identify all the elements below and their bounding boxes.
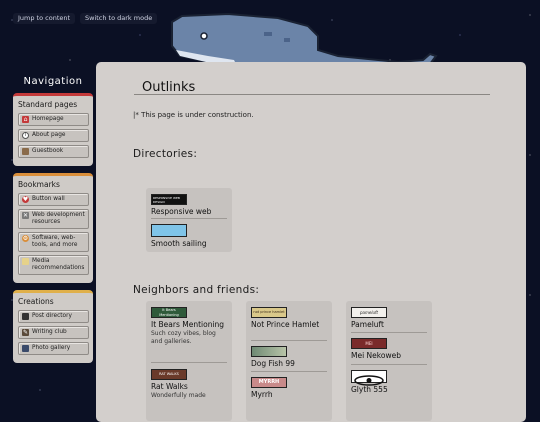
jump-to-content-link[interactable]: Jump to content: [13, 13, 76, 24]
neighbor-entry[interactable]: MYRRH Myrrh: [251, 377, 327, 399]
entry-divider: [151, 362, 227, 363]
pen-icon: ✎: [22, 329, 29, 336]
sidebar-item-label: Software, web-tools, and more: [32, 235, 78, 248]
entry-title: Glyth 555: [351, 385, 388, 394]
entry-divider: [351, 364, 427, 365]
sidebar-item-label: Post directory: [32, 313, 72, 319]
neighbor-entry[interactable]: RAT WALKS Rat Walks Wonderfully made: [151, 369, 227, 400]
not-prince-hamlet-badge: not prince hamlet: [251, 307, 287, 318]
directories-heading: Directories:: [133, 148, 198, 160]
mei-nekoweb-badge: MEI: [351, 338, 387, 349]
myrrh-badge: MYRRH: [251, 377, 287, 388]
gear-icon: ⚙: [22, 235, 29, 242]
sidebar-item-software[interactable]: ⚙ Software, web-tools, and more: [18, 232, 89, 252]
sidebar-item-label: Guestbook: [32, 148, 64, 154]
sidebar-item-label: Media recommendations: [32, 258, 85, 271]
sidebar-item-photo-gallery[interactable]: Photo gallery: [18, 342, 89, 355]
sidebar-item-label: Homepage: [32, 116, 64, 122]
tools-icon: ✕: [22, 212, 29, 219]
title-divider: [134, 94, 490, 95]
entry-divider: [251, 371, 327, 372]
media-icon: [22, 258, 29, 265]
sidebar-item-writing-club[interactable]: ✎ Writing club: [18, 326, 89, 339]
dark-mode-toggle[interactable]: Switch to dark mode: [80, 13, 158, 24]
it-bears-mentioning-badge: It Bears Mentioning: [151, 307, 187, 318]
entry-title: Mei Nekoweb: [351, 351, 401, 360]
home-icon: ⌂: [22, 116, 29, 123]
heart-icon: ♥: [22, 196, 29, 203]
entry-divider: [151, 218, 227, 219]
book-icon: [22, 148, 29, 155]
main-content: Outlinks |* This page is under construct…: [96, 62, 526, 422]
neighbors-heading: Neighbors and friends:: [133, 284, 260, 296]
sidebar-heading: Navigation: [23, 76, 83, 87]
sidebar-item-label: Web development resources: [32, 212, 85, 225]
page-title: Outlinks: [142, 80, 196, 95]
glyth-555-badge: [351, 370, 387, 386]
construction-notice: |* This page is under construction.: [133, 111, 254, 119]
neighbors-card-2: not prince hamlet Not Prince Hamlet Dog …: [246, 301, 332, 421]
entry-title: Pameluft: [351, 320, 384, 329]
entry-divider: [251, 340, 327, 341]
directory-entry[interactable]: RESPONSIVE WEB DESIGN Responsive web: [151, 194, 227, 216]
neighbor-entry[interactable]: It Bears Mentioning It Bears Mentioning …: [151, 307, 227, 345]
sidebar-item-label: Button wall: [32, 196, 65, 202]
directory-entry[interactable]: Smooth sailing: [151, 224, 227, 248]
info-icon: i: [22, 132, 29, 139]
entry-description: Such cozy vibes, blog and galleries.: [151, 330, 216, 345]
sidebar-item-label: Writing club: [32, 329, 67, 335]
rat-walks-badge: RAT WALKS: [151, 369, 187, 380]
sidebar-item-about[interactable]: i About page: [18, 129, 89, 142]
camera-icon: [22, 345, 29, 352]
sidebar-item-guestbook[interactable]: Guestbook: [18, 145, 89, 158]
panel-title: Standard pages: [18, 100, 78, 109]
sidebar-item-homepage[interactable]: ⌂ Homepage: [18, 113, 89, 126]
entry-title: Dog Fish 99: [251, 359, 295, 368]
entry-title: Myrrh: [251, 390, 273, 399]
neighbors-card-3: pameluft Pameluft MEI Mei Nekoweb Glyth …: [346, 301, 432, 421]
panel-title: Creations: [18, 297, 54, 306]
sidebar-item-label: Photo gallery: [32, 345, 71, 351]
neighbor-entry[interactable]: pameluft Pameluft: [351, 307, 427, 329]
neighbor-entry[interactable]: not prince hamlet Not Prince Hamlet: [251, 307, 327, 329]
entry-title: Rat Walks: [151, 382, 188, 391]
sidebar-item-web-dev-resources[interactable]: ✕ Web development resources: [18, 209, 89, 229]
sidebar-item-media[interactable]: Media recommendations: [18, 255, 89, 275]
sidebar-item-button-wall[interactable]: ♥ Button wall: [18, 193, 89, 206]
sidebar-navigation: Navigation Standard pages ⌂ Homepage i A…: [13, 70, 93, 370]
sidebar-item-post-directory[interactable]: Post directory: [18, 310, 89, 323]
sidebar-item-label: About page: [32, 132, 66, 138]
dog-fish-99-badge: [251, 346, 287, 357]
entry-description: Wonderfully made: [151, 392, 206, 399]
bookmarks-panel: Bookmarks ♥ Button wall ✕ Web developmen…: [13, 173, 93, 283]
folder-icon: [22, 313, 29, 320]
smooth-sailing-badge: [151, 224, 187, 237]
panel-title: Bookmarks: [18, 180, 60, 189]
whale-eye-icon: [200, 32, 208, 40]
entry-title: Not Prince Hamlet: [251, 320, 320, 329]
directories-card: RESPONSIVE WEB DESIGN Responsive web Smo…: [146, 188, 232, 252]
entry-title: It Bears Mentioning: [151, 320, 225, 329]
neighbor-entry[interactable]: Glyth 555: [351, 370, 427, 394]
entry-title: Responsive web: [151, 207, 212, 216]
responsive-web-badge: RESPONSIVE WEB DESIGN: [151, 194, 187, 205]
standard-pages-panel: Standard pages ⌂ Homepage i About page G…: [13, 93, 93, 166]
entry-divider: [351, 332, 427, 333]
pameluft-badge: pameluft: [351, 307, 387, 318]
neighbor-entry[interactable]: MEI Mei Nekoweb: [351, 338, 427, 360]
neighbor-entry[interactable]: Dog Fish 99: [251, 346, 327, 368]
creations-panel: Creations Post directory ✎ Writing club …: [13, 290, 93, 363]
neighbors-card-1: It Bears Mentioning It Bears Mentioning …: [146, 301, 232, 421]
entry-title: Smooth sailing: [151, 239, 207, 248]
